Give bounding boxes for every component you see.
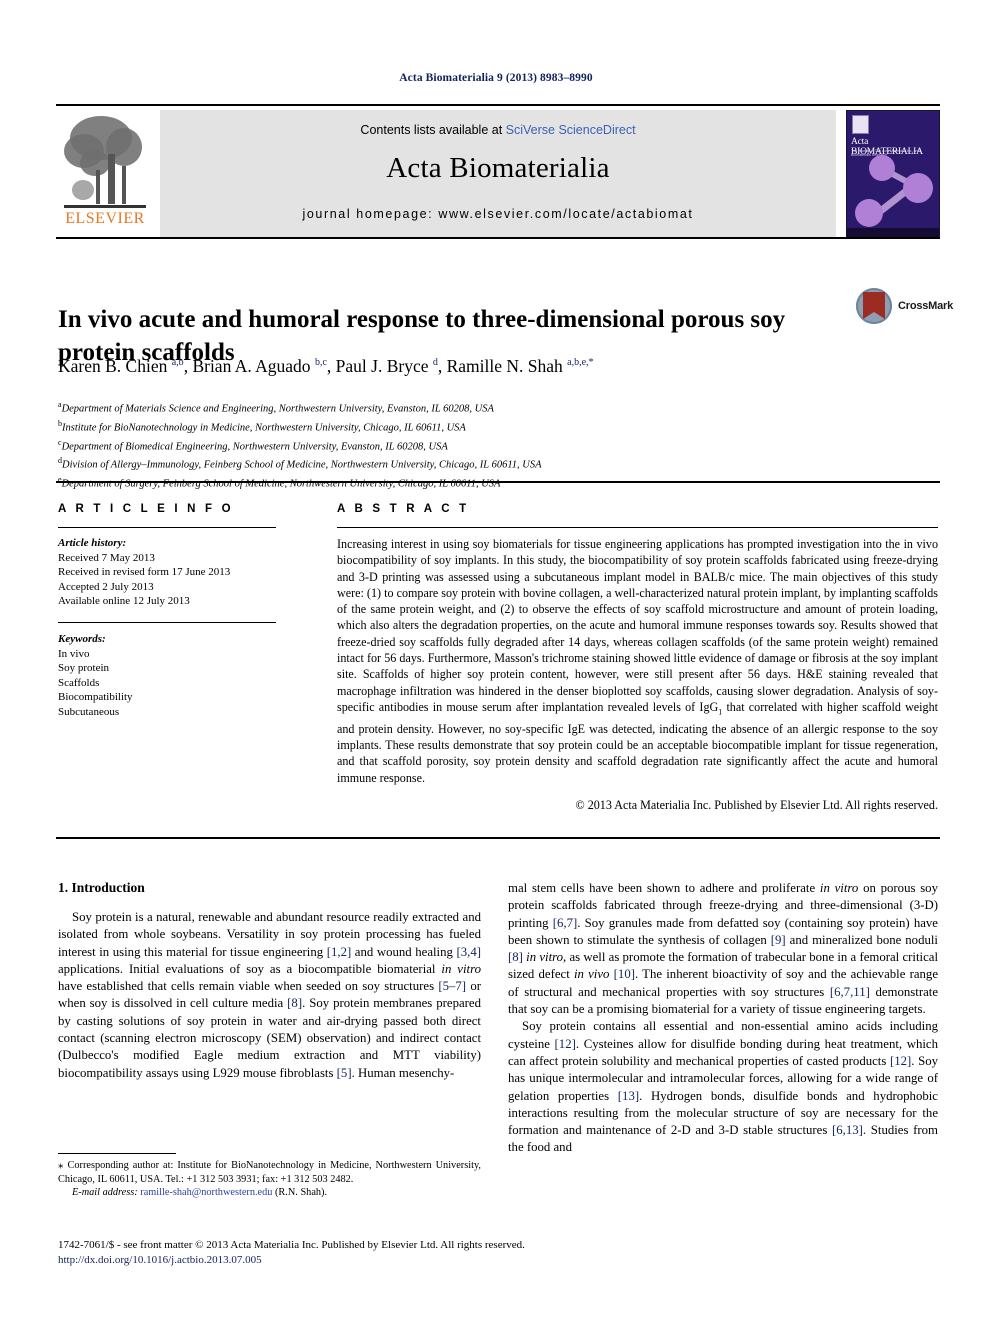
crossmark-bookmark-icon (863, 292, 885, 319)
affiliation-item: bInstitute for BioNanotechnology in Medi… (58, 417, 938, 436)
front-matter-line: 1742-7061/$ - see front matter © 2013 Ac… (58, 1239, 525, 1251)
paragraph: Soy protein is a natural, renewable and … (58, 910, 481, 1080)
abstract-block-bottom-rule (56, 837, 940, 839)
email-label: E-mail address: (72, 1187, 138, 1199)
article-history-label: Article history: (58, 537, 127, 549)
masthead-bottom-rule (56, 237, 940, 239)
cover-subtitle: The Journal of The Acta Materialia Inc. … (851, 149, 920, 157)
contents-prefix: Contents lists available at (360, 123, 506, 137)
cover-emblem-icon (852, 115, 869, 134)
affiliation-text: Division of Allergy–Immunology, Feinberg… (62, 459, 542, 471)
email-suffix: (R.N. Shah). (275, 1187, 328, 1199)
article-info-separator (58, 621, 276, 623)
affiliation-text: Department of Materials Science and Engi… (61, 403, 494, 415)
article-history-item: Received 7 May 2013 (58, 551, 155, 564)
corresponding-author-text: ⁎ Corresponding author at: Institute for… (58, 1159, 481, 1185)
crossmark-circle-icon (856, 288, 892, 324)
keyword-item: Biocompatibility (58, 691, 133, 704)
email-link[interactable]: ramille-shah@northwestern.edu (140, 1187, 272, 1198)
abstract-block-top-rule (56, 481, 940, 483)
body-column-left: 1. Introduction Soy protein is a natural… (58, 880, 481, 1082)
elsevier-wordmark: ELSEVIER (65, 210, 145, 227)
sciencedirect-link[interactable]: SciVerse ScienceDirect (506, 123, 636, 137)
crossmark-label: CrossMark (898, 300, 954, 312)
contents-lists-line: Contents lists available at SciVerse Sci… (160, 123, 836, 137)
article-history-item: Accepted 2 July 2013 (58, 580, 154, 593)
section-heading-introduction: 1. Introduction (58, 880, 145, 895)
corresponding-author-footnote: ⁎ Corresponding author at: Institute for… (58, 1159, 481, 1200)
affiliation-item: cDepartment of Biomedical Engineering, N… (58, 436, 938, 455)
article-history-item: Received in revised form 17 June 2013 (58, 566, 231, 579)
journal-masthead: ELSEVIER Contents lists available at Sci… (56, 104, 940, 238)
elsevier-tree-icon (62, 114, 148, 210)
article-info-rule (58, 527, 276, 528)
affiliation-list: aDepartment of Materials Science and Eng… (58, 398, 938, 492)
keyword-item: Scaffolds (58, 676, 100, 689)
affiliation-text: Department of Biomedical Engineering, No… (61, 441, 448, 453)
abstract-copyright: © 2013 Acta Materialia Inc. Published by… (575, 797, 938, 812)
journal-cover-thumbnail: Acta BIOMATERIALIA The Journal of The Ac… (846, 110, 940, 238)
doi-link[interactable]: http://dx.doi.org/10.1016/j.actbio.2013.… (58, 1253, 942, 1268)
paper-page: Acta Biomaterialia 9 (2013) 8983–8990 EL… (0, 0, 992, 1323)
cover-bottom-strip (847, 228, 939, 237)
crossmark-badge[interactable]: CrossMark (856, 288, 953, 328)
keyword-item: In vivo (58, 647, 90, 660)
article-info-heading: A R T I C L E I N F O (58, 503, 234, 515)
abstract-text: Increasing interest in using soy biomate… (337, 537, 938, 785)
journal-title: Acta Biomaterialia (386, 152, 610, 184)
email-line: E-mail address: ramille-shah@northwester… (58, 1186, 481, 1200)
body-column-right: mal stem cells have been shown to adhere… (508, 880, 938, 1157)
affiliation-text: Institute for BioNanotechnology in Medic… (62, 422, 466, 434)
paragraph: mal stem cells have been shown to adhere… (508, 881, 939, 1017)
journal-homepage[interactable]: journal homepage: www.elsevier.com/locat… (160, 207, 836, 221)
abstract-body: Increasing interest in using soy biomate… (337, 536, 938, 813)
paragraph: Soy protein contains all essential and n… (508, 1019, 938, 1155)
elsevier-logo: ELSEVIER (56, 110, 154, 238)
keywords-label: Keywords: (58, 632, 106, 645)
article-info-column: Article history: Received 7 May 2013 Rec… (58, 536, 298, 720)
abstract-rule (337, 527, 938, 528)
affiliation-item: dDivision of Allergy–Immunology, Feinber… (58, 454, 938, 473)
keyword-item: Subcutaneous (58, 705, 120, 718)
contents-band: Contents lists available at SciVerse Sci… (160, 110, 836, 238)
footnote-rule (58, 1153, 176, 1154)
front-matter-block: 1742-7061/$ - see front matter © 2013 Ac… (58, 1238, 942, 1267)
running-head: Acta Biomaterialia 9 (2013) 8983–8990 (399, 72, 593, 84)
affiliation-item: aDepartment of Materials Science and Eng… (58, 398, 938, 417)
article-history-item: Available online 12 July 2013 (58, 595, 190, 608)
keyword-item: Soy protein (58, 662, 110, 675)
abstract-heading: A B S T R A C T (337, 503, 470, 515)
author-list: Karen B. Chien a,b, Brian A. Aguado b,c,… (58, 356, 594, 376)
